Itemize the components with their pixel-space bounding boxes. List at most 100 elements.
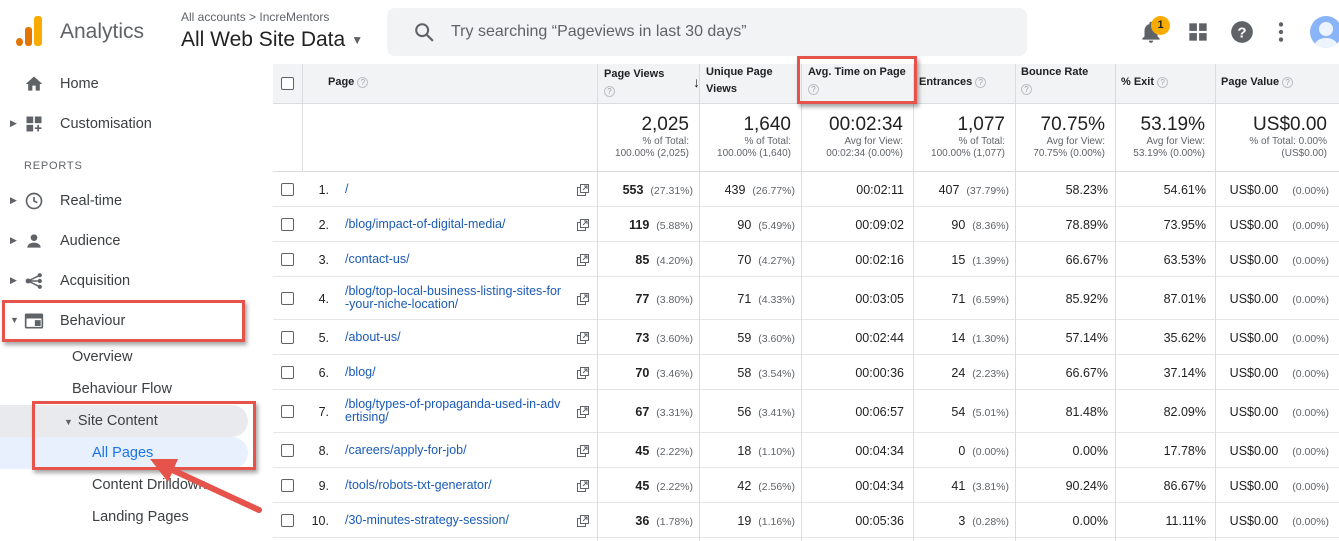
expand-arrow-icon[interactable]: ▶ (10, 118, 17, 129)
sidebar-item-realtime[interactable]: ▶ Real-time (0, 181, 272, 221)
open-page-icon[interactable] (577, 515, 589, 527)
page-views-percent: (3.80%) (656, 294, 693, 306)
page-value-cell: US$0.00 (0.00%) (1217, 253, 1329, 267)
open-page-icon[interactable] (577, 406, 589, 418)
open-page-icon[interactable] (577, 445, 589, 457)
sidebar-item-home[interactable]: Home (0, 64, 272, 104)
exit-cell: 86.67% (1163, 479, 1206, 493)
sidebar-item-customisation[interactable]: ▶ Customisation (0, 104, 272, 144)
entrances-cell: 71 (6.59%) (915, 292, 1009, 306)
select-all-checkbox[interactable] (281, 77, 294, 90)
table-row: 1. / 553 (27.31%) 439 (26.77%) 00:02:11 407 (… (273, 172, 1339, 207)
page-value-value: US$0.00 (1229, 405, 1279, 419)
row-checkbox[interactable] (281, 366, 294, 379)
unique-views-cell: 19 (1.16%) (701, 514, 795, 528)
column-header-page-views[interactable]: Page Views? ↓ (604, 66, 700, 106)
help-icon[interactable]: ? (1282, 76, 1294, 88)
expand-arrow-icon[interactable]: ▶ (10, 235, 17, 246)
search-bar[interactable]: Try searching “Pageviews in last 30 days… (387, 8, 1027, 56)
sidebar-item-behaviour-flow[interactable]: Behaviour Flow (72, 381, 172, 397)
entrances-value: 41 (951, 479, 966, 493)
bounce-rate-cell: 0.00% (1072, 514, 1108, 528)
help-icon[interactable]: ? (1021, 83, 1032, 95)
total-entrances: 1,077% of Total: 100.00% (1,077) (931, 114, 1005, 159)
row-checkbox[interactable] (281, 444, 294, 457)
column-header-unique-page-views[interactable]: Unique Page Views (706, 64, 773, 104)
open-page-icon[interactable] (577, 367, 589, 379)
row-checkbox[interactable] (281, 405, 294, 418)
open-page-icon[interactable] (577, 293, 589, 305)
unique-views-value: 71 (737, 292, 752, 306)
row-checkbox[interactable] (281, 292, 294, 305)
page-views-percent: (3.60%) (656, 333, 693, 345)
sidebar-item-content-drilldown[interactable]: Content Drilldown (92, 477, 206, 493)
sidebar-item-audience[interactable]: ▶ Audience (0, 221, 272, 261)
property-selector[interactable]: All Web Site Data ▼ (181, 28, 363, 52)
avatar[interactable] (1310, 16, 1339, 48)
column-header-label: Entrances (919, 76, 973, 88)
page-link[interactable]: /contact-us/ (345, 253, 580, 266)
row-index: 9. (318, 479, 329, 493)
page-link[interactable]: / (345, 183, 580, 196)
sidebar-item-overview[interactable]: Overview (72, 349, 132, 365)
more-vert-icon[interactable] (1268, 19, 1294, 45)
unique-views-value: 59 (737, 331, 752, 345)
page-value-percent: (0.00%) (1292, 220, 1329, 232)
expand-arrow-icon[interactable]: ▶ (10, 275, 17, 286)
help-icon[interactable]: ? (1157, 76, 1169, 88)
unique-views-cell: 42 (2.56%) (701, 479, 795, 493)
page-link[interactable]: /blog/impact-of-digital-media/ (345, 218, 580, 231)
analytics-logo[interactable] (14, 16, 44, 46)
help-icon[interactable]: ? (604, 85, 615, 97)
page-link[interactable]: /tools/robots-txt-generator/ (345, 479, 580, 492)
apps-grid-icon[interactable] (1185, 19, 1211, 45)
entrances-value: 15 (951, 253, 966, 267)
help-icon[interactable]: ? (975, 76, 987, 88)
open-page-icon[interactable] (577, 332, 589, 344)
avg-time-cell: 00:02:16 (855, 253, 904, 267)
page-link[interactable]: /blog/ (345, 366, 580, 379)
totals-row: 2,025% of Total: 100.00% (2,025) 1,640% o… (273, 104, 1339, 172)
row-checkbox[interactable] (281, 218, 294, 231)
page-value-percent: (0.00%) (1292, 516, 1329, 528)
unique-views-value: 18 (737, 444, 752, 458)
exit-cell: 17.78% (1163, 444, 1206, 458)
page-views-percent: (5.88%) (656, 220, 693, 232)
page-views-cell: 77 (3.80%) (599, 292, 693, 306)
sidebar-item-landing-pages[interactable]: Landing Pages (92, 509, 189, 525)
page-link[interactable]: /careers/apply-for-job/ (345, 444, 580, 457)
total-avg-time: 00:02:34 Avg for View: 00:02:34 (0.00%) (826, 114, 903, 159)
expand-arrow-icon[interactable]: ▶ (10, 195, 17, 206)
row-checkbox[interactable] (281, 331, 294, 344)
help-icon[interactable]: ? (1229, 19, 1255, 45)
open-page-icon[interactable] (577, 480, 589, 492)
column-header-label: Unique Page (706, 66, 773, 78)
help-icon[interactable]: ? (357, 76, 369, 88)
page-link[interactable]: /blog/top-local-business-listing-sites-f… (345, 285, 580, 311)
entrances-cell: 54 (5.01%) (915, 405, 1009, 419)
row-checkbox[interactable] (281, 183, 294, 196)
row-checkbox[interactable] (281, 514, 294, 527)
highlight-box-behaviour (2, 300, 245, 342)
property-name: All Web Site Data (181, 28, 346, 51)
page-value-percent: (0.00%) (1292, 368, 1329, 380)
avg-time-cell: 00:06:57 (855, 405, 904, 419)
breadcrumb[interactable]: All accounts > IncreMentors (181, 10, 329, 24)
page-path-line: ertising/ (345, 410, 389, 424)
avg-time-cell: 00:02:44 (855, 331, 904, 345)
page-link[interactable]: /blog/types-of-propaganda-used-in-adv ert… (345, 398, 580, 424)
reports-section-label: REPORTS (24, 160, 83, 172)
open-page-icon[interactable] (577, 219, 589, 231)
page-value-value: US$0.00 (1229, 331, 1279, 345)
row-checkbox[interactable] (281, 253, 294, 266)
column-header-bounce-rate[interactable]: Bounce Rate? (1021, 64, 1088, 104)
page-link[interactable]: /about-us/ (345, 331, 580, 344)
entrances-cell: 24 (2.23%) (915, 366, 1009, 380)
open-page-icon[interactable] (577, 254, 589, 266)
page-views-percent: (2.22%) (656, 446, 693, 458)
sidebar-item-acquisition[interactable]: ▶ Acquisition (0, 261, 272, 301)
page-link[interactable]: /30-minutes-strategy-session/ (345, 514, 580, 527)
row-checkbox[interactable] (281, 479, 294, 492)
page-views-value: 67 (635, 405, 650, 419)
open-page-icon[interactable] (577, 184, 589, 196)
